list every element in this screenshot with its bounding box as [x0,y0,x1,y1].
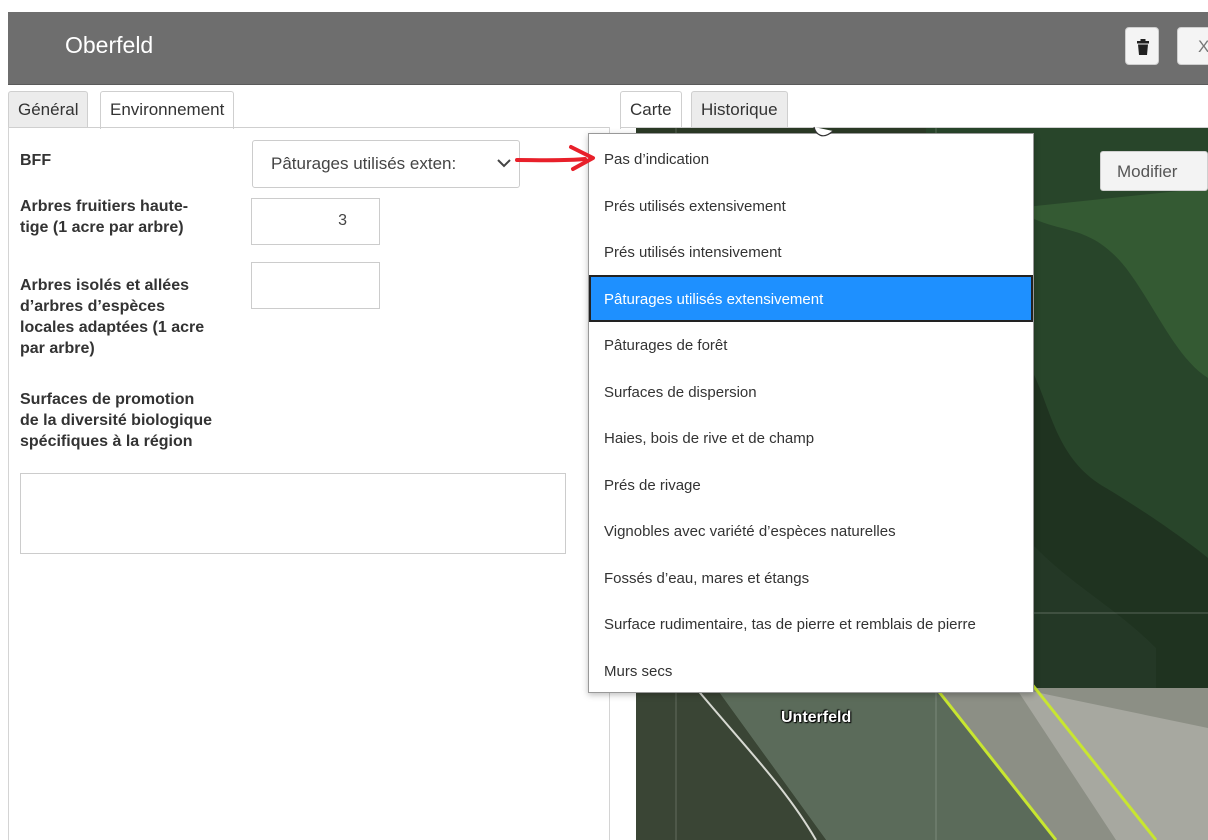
tab-environnement[interactable]: Environnement [100,91,235,129]
panel-border [8,127,9,840]
fruit-trees-input[interactable]: 3 [251,198,380,245]
dropdown-option[interactable]: Pâturages utilisés extensivement [589,274,1033,322]
promotion-label-line: de la diversité biologique [20,412,213,429]
dropdown-option[interactable]: Prés de rivage [589,461,1033,508]
bff-select[interactable]: Pâturages utilisés exten: [252,140,520,188]
delete-button[interactable] [1125,27,1159,65]
dropdown-option[interactable]: Pâturages de forêt [589,321,1033,368]
dropdown-option[interactable]: Surface rudimentaire, tas de pierre et r… [589,600,1033,647]
bff-dropdown-list[interactable]: Pas d’indication Prés utilisés extensivem… [588,133,1034,693]
dropdown-option[interactable]: Fossés d’eau, mares et étangs [589,554,1033,601]
dropdown-option[interactable]: Surfaces de dispersion [589,368,1033,415]
tab-general[interactable]: Général [8,91,89,127]
isolated-trees-label-line: Arbres isolés et allées [20,277,189,294]
promotion-textarea[interactable] [20,473,566,554]
isolated-trees-input[interactable] [251,262,380,309]
dropdown-option[interactable]: Vignobles avec variété d’espèces naturel… [589,507,1033,554]
app-window: Oberfeld X Général Environnement Carte H… [0,0,1208,840]
tab-carte[interactable]: Carte [620,91,682,129]
isolated-trees-label-line: d’arbres d’espèces [20,298,165,315]
mouse-cursor-icon [813,126,834,137]
promotion-label-line: spécifiques à la région [20,433,193,450]
fruit-trees-label-line: Arbres fruitiers haute- [20,198,189,215]
map-place-label: Unterfeld [781,709,852,726]
fruit-trees-label-line: tige (1 acre par arbre) [20,219,184,236]
isolated-trees-label-line: locales adaptées (1 acre [20,319,205,336]
dropdown-option[interactable]: Prés utilisés extensivement [589,182,1033,229]
title-bar: Oberfeld [8,12,1208,85]
isolated-trees-label-line: par arbre) [20,340,95,357]
trash-icon [1137,39,1149,55]
modify-button[interactable]: Modifier [1100,151,1208,191]
tab-divider [8,127,610,128]
red-arrow-icon [515,145,595,171]
dropdown-option[interactable]: Haies, bois de rive et de champ [589,414,1033,461]
dropdown-option[interactable]: Prés utilisés intensivement [589,228,1033,275]
promotion-label-line: Surfaces de promotion [20,391,195,408]
close-button[interactable]: X [1177,27,1208,65]
bff-label: BFF [20,152,52,169]
dropdown-option[interactable]: Murs secs [589,647,1033,694]
chevron-down-icon [497,159,511,168]
window-title: Oberfeld [65,32,154,58]
tab-historique[interactable]: Historique [691,91,788,127]
